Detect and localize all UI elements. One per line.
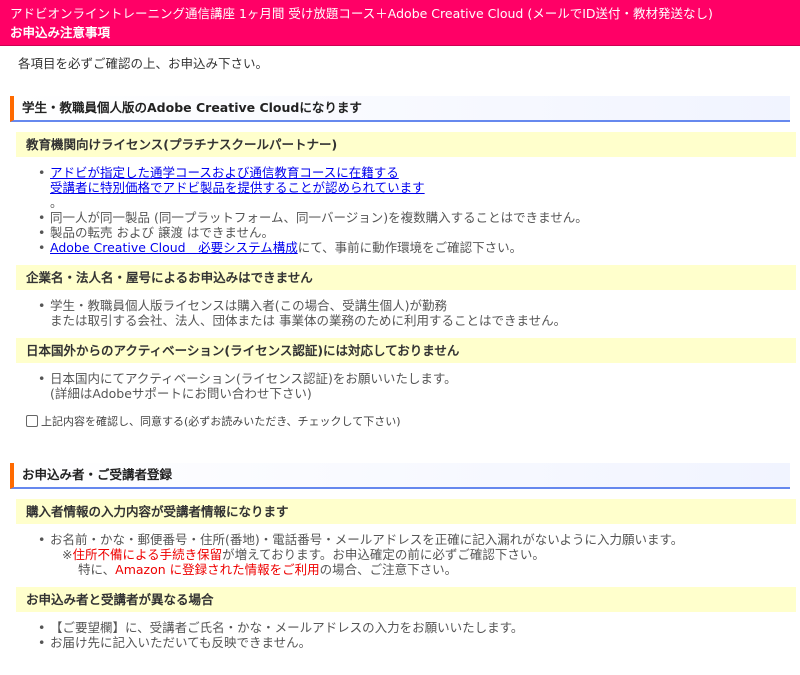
address-warning-line: ※住所不備による手続き保留が増えております。お申込確定の前に必ずご確認下さい。: [50, 547, 796, 562]
note-mark: ※: [62, 547, 73, 562]
subsection-title: 企業名・法人名・屋号によるお申込みはできません: [16, 265, 796, 290]
agree-checkbox[interactable]: [26, 415, 38, 427]
item-text: 製品の転売 および 譲渡 はできません。: [50, 225, 275, 240]
item-text: の場合、ご注意下さい。: [319, 562, 458, 577]
item-text: 同一人が同一製品 (同一プラットフォーム、同一バージョン)を複数購入することはで…: [50, 210, 588, 225]
subsection-education-license: 教育機関向けライセンス(プラチナスクールパートナー) アドビが指定した通学コース…: [16, 132, 796, 255]
list-item: 製品の転売 および 譲渡 はできません。: [38, 225, 796, 240]
agree-checkbox-row[interactable]: 上記内容を確認し、同意する(必ずお読みいただき、チェックして下さい): [26, 413, 800, 429]
item-text: または取引する会社、法人、団体または 事業体の業務のために利用することはできませ…: [50, 313, 567, 328]
item-text: お届け先に記入いただいても反映できません。: [50, 635, 312, 650]
subsection-buyer-info: 購入者情報の入力内容が受講者情報になります お名前・かな・郵便番号・住所(番地)…: [16, 499, 796, 577]
list-item: 同一人が同一製品 (同一プラットフォーム、同一バージョン)を複数購入することはで…: [38, 210, 796, 225]
education-license-list: アドビが指定した通学コースおよび通信教育コースに在籍する 受講者に特別価格でアド…: [16, 165, 796, 255]
item-text: が増えております。お申込確定の前に必ずご確認下さい。: [222, 547, 545, 562]
list-item: 【ご要望欄】に、受講者ご氏名・かな・メールアドレスの入力をお願いいたします。: [38, 620, 796, 635]
list-item: 学生・教職員個人版ライセンスは購入者(この場合、受講生個人)が勤務 または取引す…: [38, 298, 796, 328]
item-text: お名前・かな・郵便番号・住所(番地)・電話番号・メールアドレスを正確に記入漏れが…: [50, 532, 684, 547]
warning-text: Amazon に登録された情報をご利用: [115, 562, 320, 577]
item-text: 日本国内にてアクティベーション(ライセンス認証)をお願いいたします。: [50, 371, 457, 386]
notice-heading: お申込み注意事項: [10, 25, 111, 40]
list-item: お名前・かな・郵便番号・住所(番地)・電話番号・メールアドレスを正確に記入漏れが…: [38, 532, 796, 577]
subsection-title: 日本国外からのアクティベーション(ライセンス認証)には対応しておりません: [16, 338, 796, 363]
course-title: アドビオンライントレーニング通信講座 1ヶ月間 受け放題コース＋Adobe Cr…: [10, 6, 713, 21]
buyer-info-list: お名前・かな・郵便番号・住所(番地)・電話番号・メールアドレスを正確に記入漏れが…: [16, 532, 796, 577]
list-item: Adobe Creative Cloud 必要システム構成にて、事前に動作環境を…: [38, 240, 796, 255]
page-header: アドビオンライントレーニング通信講座 1ヶ月間 受け放題コース＋Adobe Cr…: [0, 0, 800, 46]
section-student-license: 学生・教職員個人版のAdobe Creative Cloudになります: [10, 96, 790, 122]
link-line-2: 受講者に特別価格でアドビ製品を提供することが認められています: [50, 180, 425, 195]
agree-label: 上記内容を確認し、同意する(必ずお読みいただき、チェックして下さい): [41, 415, 401, 428]
corporate-list: 学生・教職員個人版ライセンスは購入者(この場合、受講生個人)が勤務 または取引す…: [16, 298, 796, 328]
list-item: アドビが指定した通学コースおよび通信教育コースに在籍する 受講者に特別価格でアド…: [38, 165, 796, 210]
subsection-no-overseas: 日本国外からのアクティベーション(ライセンス認証)には対応しておりません 日本国…: [16, 338, 796, 401]
amazon-warning-line: 特に、Amazon に登録された情報をご利用の場合、ご注意下さい。: [50, 562, 796, 577]
list-item: お届け先に記入いただいても反映できません。: [38, 635, 796, 650]
recipient-list: 【ご要望欄】に、受講者ご氏名・かな・メールアドレスの入力をお願いいたします。 お…: [16, 620, 796, 650]
item-text: 学生・教職員個人版ライセンスは購入者(この場合、受講生個人)が勤務: [50, 298, 448, 313]
subsection-title: 購入者情報の入力内容が受講者情報になります: [16, 499, 796, 524]
subsection-title: 教育機関向けライセンス(プラチナスクールパートナー): [16, 132, 796, 157]
subsection-different-recipient: お申込み者と受講者が異なる場合 【ご要望欄】に、受講者ご氏名・かな・メールアドレ…: [16, 587, 796, 650]
link-line-1: アドビが指定した通学コースおよび通信教育コースに在籍する: [50, 165, 399, 180]
item-text: 特に、: [78, 562, 116, 577]
item-text: 【ご要望欄】に、受講者ご氏名・かな・メールアドレスの入力をお願いいたします。: [50, 620, 524, 635]
system-requirements-link[interactable]: Adobe Creative Cloud 必要システム構成: [50, 240, 298, 255]
subsection-no-corporate: 企業名・法人名・屋号によるお申込みはできません 学生・教職員個人版ライセンスは購…: [16, 265, 796, 328]
subsection-title: お申込み者と受講者が異なる場合: [16, 587, 796, 612]
item-text: にて、事前に動作環境をご確認下さい。: [297, 240, 523, 255]
section-applicant-registration: お申込み者・ご受講者登録: [10, 463, 790, 489]
eligible-courses-link[interactable]: アドビが指定した通学コースおよび通信教育コースに在籍する 受講者に特別価格でアド…: [50, 165, 796, 195]
item-text: (詳細はAdobeサポートにお問い合わせ下さい): [50, 386, 312, 401]
link-suffix: 。: [50, 195, 63, 210]
list-item: 日本国内にてアクティベーション(ライセンス認証)をお願いいたします。 (詳細はA…: [38, 371, 796, 401]
overseas-list: 日本国内にてアクティベーション(ライセンス認証)をお願いいたします。 (詳細はA…: [16, 371, 796, 401]
intro-text: 各項目を必ずご確認の上、お申込み下さい。: [18, 56, 269, 71]
warning-text: 住所不備による手続き保留: [72, 547, 223, 562]
